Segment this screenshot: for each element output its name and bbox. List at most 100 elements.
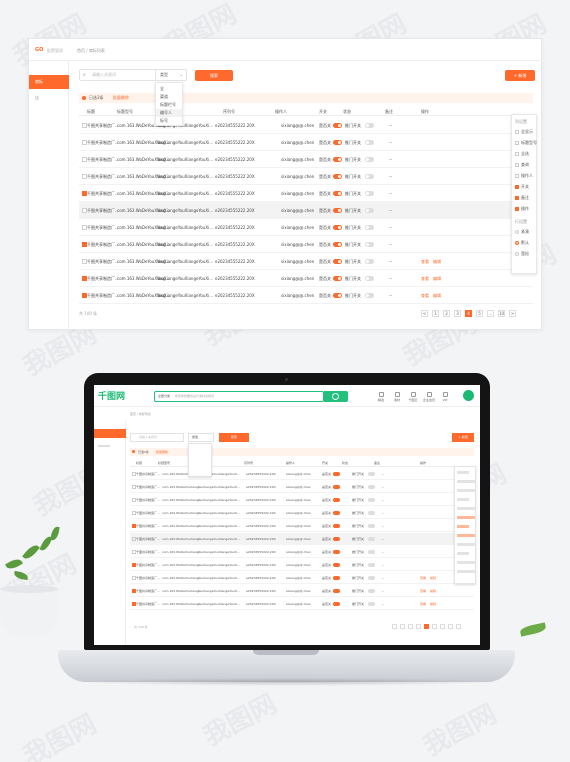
- screen-row-switch[interactable]: [333, 524, 340, 528]
- screen-table-row[interactable]: 千图共享制造厂... com.163.WoDeYouXiang... YouXian…: [130, 468, 474, 480]
- sidebar-item-trademark[interactable]: 商标: [29, 75, 69, 89]
- site-nav-item[interactable]: 千图云: [406, 392, 420, 402]
- table-row[interactable]: 千图共享制造厂... com.163.WoDeYouXiang... YouXian…: [79, 151, 533, 168]
- screen-row-switch[interactable]: [333, 550, 340, 554]
- screen-table-row[interactable]: 千图共享制造厂... com.163.WoDeYouXiang... YouXian…: [130, 559, 474, 571]
- screen-search-button[interactable]: 搜索: [219, 433, 249, 442]
- screen-table-row[interactable]: 千图共享制造厂... com.163.WoDeYouXiang... YouXian…: [130, 507, 474, 519]
- screen-add-button[interactable]: + 新增: [452, 433, 474, 442]
- screen-table-row[interactable]: 千图共享制造厂... com.163.WoDeYouXiang... YouXian…: [130, 520, 474, 532]
- screen-table-row[interactable]: 千图共享制造厂... com.163.WoDeYouXiang... YouXian…: [130, 585, 474, 597]
- screen-page-button[interactable]: [432, 624, 437, 629]
- row-state-toggle[interactable]: [365, 174, 374, 179]
- screen-row-state-toggle[interactable]: [368, 511, 375, 515]
- screen-row-switch[interactable]: [333, 602, 340, 606]
- row-switch-toggle[interactable]: [333, 140, 342, 145]
- screen-page-button[interactable]: [456, 624, 461, 629]
- screen-row-action[interactable]: 查看: [420, 589, 426, 593]
- column-toggle[interactable]: 全显示: [515, 129, 533, 135]
- search-button[interactable]: 搜索: [195, 70, 233, 81]
- table-row[interactable]: 千图共享制造厂... com.163.WoDeYouXiang... YouXian…: [79, 287, 533, 304]
- screen-page-button[interactable]: [400, 624, 405, 629]
- screen-row-state-toggle[interactable]: [368, 498, 375, 502]
- screen-row-state-toggle[interactable]: [368, 563, 375, 567]
- screen-row-state-toggle[interactable]: [368, 524, 375, 528]
- table-row[interactable]: 千图共享制造厂... com.163.WoDeYouXiang... YouXian…: [79, 236, 533, 253]
- site-nav-item[interactable]: 企业会员: [422, 392, 436, 402]
- row-state-toggle[interactable]: [365, 225, 374, 230]
- screen-table-row[interactable]: 千图共享制造厂... com.163.WoDeYouXiang... YouXian…: [130, 533, 474, 545]
- row-state-toggle[interactable]: [365, 123, 374, 128]
- site-logo[interactable]: 千图网: [98, 389, 125, 402]
- page-button[interactable]: 5: [476, 310, 483, 317]
- screen-row-action[interactable]: 查看: [420, 576, 426, 580]
- row-density-option[interactable]: 默认: [515, 240, 529, 246]
- type-select[interactable]: 类型 ⌄: [155, 69, 187, 81]
- table-row[interactable]: 千图共享制造厂... com.163.WoDeYouXiang... YouXian…: [79, 270, 533, 287]
- column-toggle[interactable]: 全选: [515, 151, 529, 157]
- row-switch-toggle[interactable]: [333, 259, 342, 264]
- row-action-link[interactable]: 查看: [421, 293, 429, 299]
- row-state-toggle[interactable]: [365, 242, 374, 247]
- screen-row-switch[interactable]: [333, 537, 340, 541]
- screen-row-state-toggle[interactable]: [368, 550, 375, 554]
- screen-row-state-toggle[interactable]: [368, 537, 375, 541]
- row-state-toggle[interactable]: [365, 276, 374, 281]
- dropdown-option[interactable]: 渠道: [156, 93, 182, 101]
- screen-table-row[interactable]: 千图共享制造厂... com.163.WoDeYouXiang... YouXian…: [130, 598, 474, 610]
- column-toggle[interactable]: 操作人: [515, 173, 533, 179]
- row-switch-toggle[interactable]: [333, 191, 342, 196]
- avatar[interactable]: [463, 390, 474, 401]
- screen-row-switch[interactable]: [333, 498, 340, 502]
- screen-row-switch[interactable]: [333, 589, 340, 593]
- screen-page-button[interactable]: [408, 624, 413, 629]
- screen-row-state-toggle[interactable]: [368, 576, 375, 580]
- table-row[interactable]: 千图共享制造厂... com.163.WoDeYouXiang... YouXian…: [79, 185, 533, 202]
- column-toggle[interactable]: 查询: [515, 162, 529, 168]
- screen-row-action[interactable]: 查看: [420, 602, 426, 606]
- screen-row-switch[interactable]: [333, 511, 340, 515]
- screen-sidebar-active[interactable]: [94, 429, 126, 438]
- row-state-toggle[interactable]: [365, 208, 374, 213]
- screen-row-action[interactable]: 编辑: [430, 602, 436, 606]
- column-toggle[interactable]: 备注: [515, 195, 529, 201]
- dropdown-option[interactable]: 全: [156, 85, 182, 93]
- row-action-link[interactable]: 查看: [421, 276, 429, 282]
- page-button[interactable]: 10: [498, 310, 505, 317]
- screen-row-state-toggle[interactable]: [368, 485, 375, 489]
- row-switch-toggle[interactable]: [333, 276, 342, 281]
- screen-row-state-toggle[interactable]: [368, 589, 375, 593]
- screen-table-row[interactable]: 千图共享制造厂... com.163.WoDeYouXiang... YouXian…: [130, 494, 474, 506]
- row-state-toggle[interactable]: [365, 259, 374, 264]
- screen-row-switch[interactable]: [333, 472, 340, 476]
- site-nav-item[interactable]: 精选: [374, 392, 388, 402]
- dropdown-option[interactable]: 标题栏号: [156, 101, 182, 109]
- screen-page-button[interactable]: [448, 624, 453, 629]
- column-toggle[interactable]: 标题型号: [515, 140, 537, 146]
- page-button[interactable]: 4: [465, 310, 472, 317]
- row-state-toggle[interactable]: [365, 293, 374, 298]
- screen-row-switch[interactable]: [333, 576, 340, 580]
- screen-table-row[interactable]: 千图共享制造厂... com.163.WoDeYouXiang... YouXian…: [130, 546, 474, 558]
- batch-delete-link[interactable]: 批量删除: [113, 95, 129, 100]
- page-button[interactable]: <: [421, 310, 428, 317]
- screen-row-switch[interactable]: [333, 485, 340, 489]
- row-switch-toggle[interactable]: [333, 242, 342, 247]
- add-button[interactable]: + 新增: [505, 70, 535, 81]
- row-action-link[interactable]: 编辑: [433, 293, 441, 299]
- row-action-link[interactable]: 查看: [421, 259, 429, 265]
- row-switch-toggle[interactable]: [333, 293, 342, 298]
- screen-row-switch[interactable]: [333, 563, 340, 567]
- row-switch-toggle[interactable]: [333, 157, 342, 162]
- screen-batch-delete[interactable]: 批量删除: [156, 450, 168, 454]
- page-button[interactable]: 2: [443, 310, 450, 317]
- row-action-link[interactable]: 编辑: [433, 276, 441, 282]
- row-switch-toggle[interactable]: [333, 225, 342, 230]
- site-nav-item[interactable]: 素材: [390, 392, 404, 402]
- site-search-input[interactable]: 全部分类 搜索你想要的设计素材关键词: [154, 391, 324, 402]
- screen-table-row[interactable]: 千图共享制造厂... com.163.WoDeYouXiang... YouXian…: [130, 481, 474, 493]
- site-search-button[interactable]: [324, 391, 348, 402]
- screen-row-state-toggle[interactable]: [368, 602, 375, 606]
- row-density-option[interactable]: 宽松: [515, 251, 529, 257]
- screen-search-input[interactable]: 请输入关键词: [130, 433, 184, 442]
